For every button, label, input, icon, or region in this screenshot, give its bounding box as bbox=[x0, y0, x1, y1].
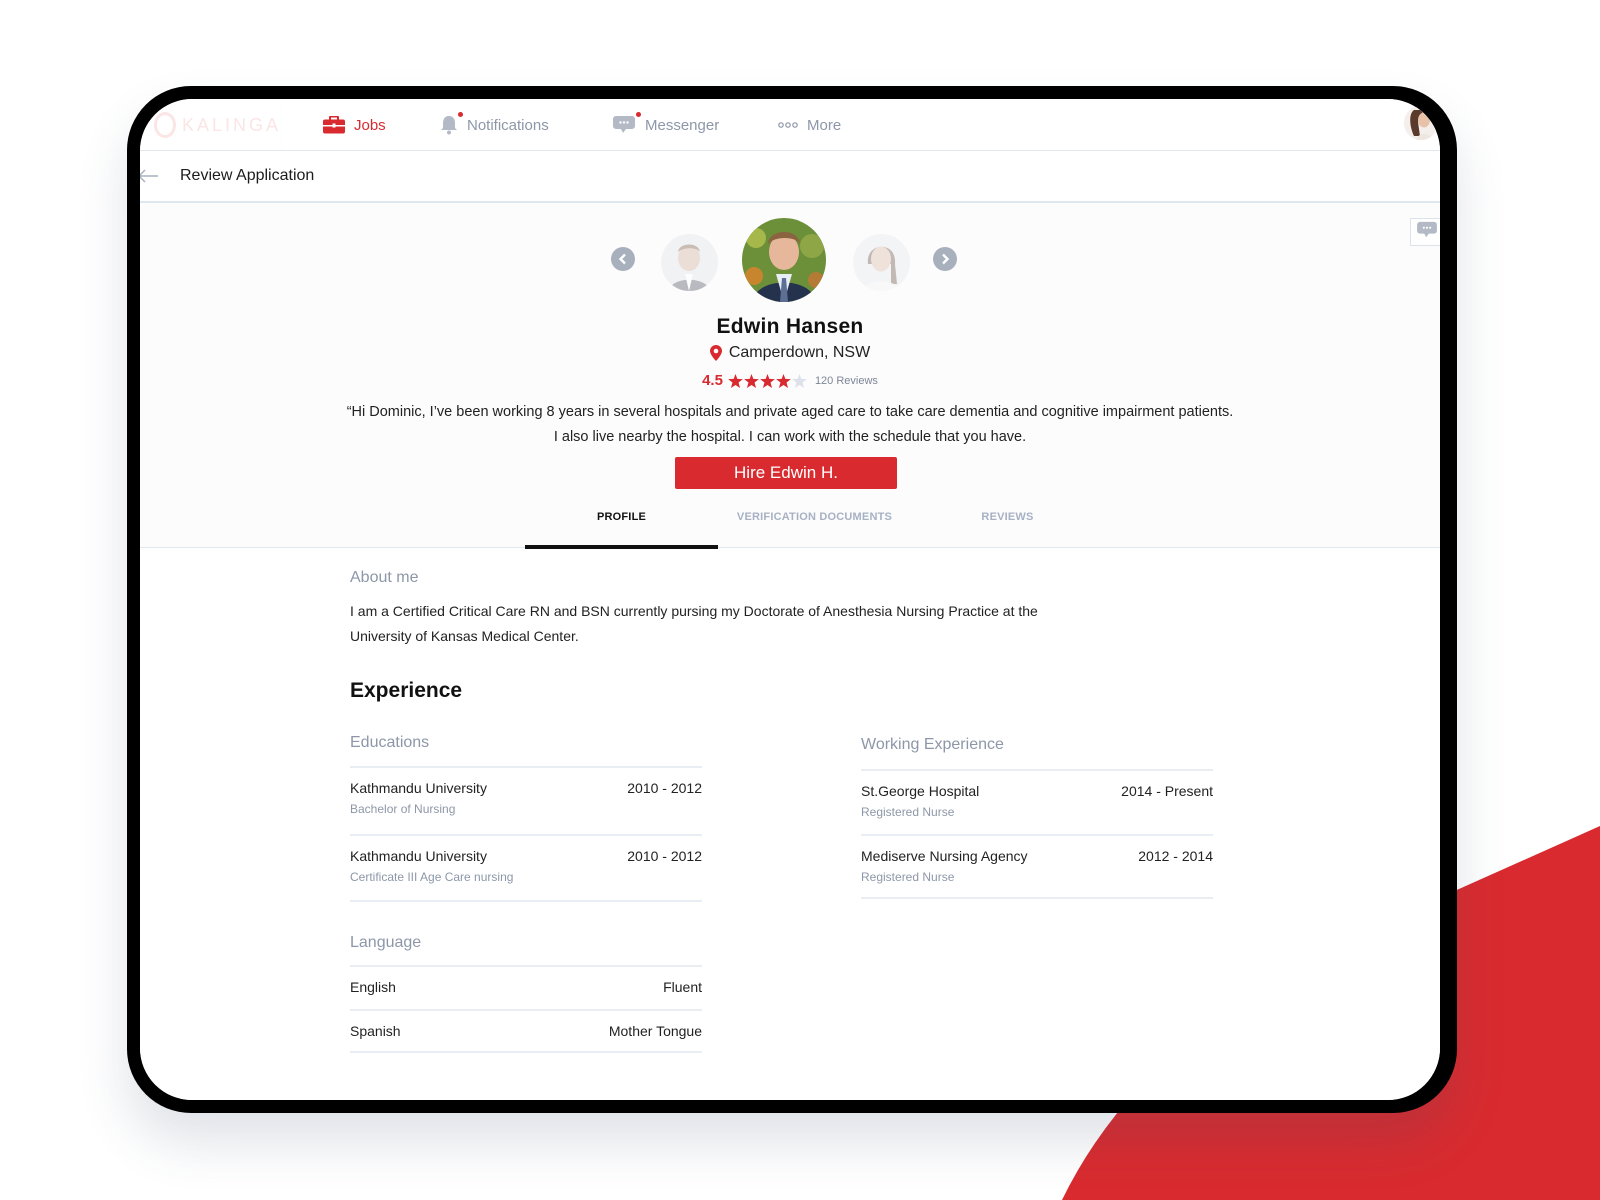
tab-verification-documents[interactable]: VERIFICATION DOCUMENTS bbox=[718, 506, 911, 548]
work-item: Mediserve Nursing Agency Registered Nurs… bbox=[861, 834, 1213, 899]
profile-content: About me I am a Certified Critical Care … bbox=[140, 549, 1440, 1100]
location-text: Camperdown, NSW bbox=[728, 344, 871, 361]
review-count-link[interactable]: 120 Reviews bbox=[815, 375, 878, 387]
bell-icon bbox=[440, 112, 463, 135]
star-filled-icon bbox=[760, 373, 775, 388]
about-me-label: About me bbox=[350, 569, 419, 586]
applicant-location: Camperdown, NSW bbox=[140, 344, 1440, 362]
nav-item-jobs[interactable]: Jobs bbox=[323, 99, 386, 151]
message-line-2: I also live nearby the hospital. I can w… bbox=[553, 429, 1027, 445]
educations-list: Kathmandu University Bachelor of Nursing… bbox=[350, 766, 702, 902]
nav-label-jobs: Jobs bbox=[354, 116, 386, 134]
education-item: Kathmandu University Bachelor of Nursing… bbox=[350, 766, 702, 834]
working-experience-label: Working Experience bbox=[861, 736, 1004, 753]
nav-label-messenger: Messenger bbox=[645, 116, 720, 134]
educations-label: Educations bbox=[350, 734, 430, 751]
applicant-photo bbox=[742, 218, 826, 302]
notification-badge bbox=[458, 112, 463, 117]
star-filled-icon bbox=[776, 373, 791, 388]
work-years: 2014 - Present bbox=[1121, 783, 1213, 799]
app-logo[interactable]: KALINGA bbox=[140, 99, 282, 151]
briefcase-icon bbox=[323, 116, 345, 134]
tab-reviews[interactable]: REVIEWS bbox=[911, 506, 1104, 548]
chevron-right-icon bbox=[942, 253, 950, 265]
about-me-text: I am a Certified Critical Care RN and BS… bbox=[350, 603, 1038, 644]
education-degree: Certificate III Age Care nursing bbox=[350, 870, 514, 884]
work-role: Registered Nurse bbox=[861, 870, 955, 884]
nav-item-messenger[interactable]: Messenger bbox=[612, 99, 719, 151]
education-item: Kathmandu University Certificate III Age… bbox=[350, 834, 702, 902]
applicant-rating: 4.5 120 Reviews bbox=[140, 372, 1440, 389]
applicant-name: Edwin Hansen bbox=[716, 315, 864, 338]
language-label: Language bbox=[350, 934, 422, 951]
messenger-badge bbox=[636, 112, 641, 117]
hire-button[interactable]: Hire Edwin H. bbox=[675, 457, 897, 489]
working-experience-list: St.George Hospital Registered Nurse 2014… bbox=[861, 769, 1213, 899]
logo-text: KALINGA bbox=[181, 114, 281, 135]
location-pin-icon bbox=[709, 345, 722, 361]
education-degree: Bachelor of Nursing bbox=[350, 802, 456, 816]
chevron-left-icon bbox=[618, 253, 626, 265]
applicant-thumbnail-previous[interactable] bbox=[661, 234, 718, 291]
language-level: Mother Tongue bbox=[608, 1023, 702, 1039]
language-level: Fluent bbox=[663, 979, 702, 995]
chat-bubble-icon bbox=[1416, 221, 1438, 244]
applicant-thumbnail-next[interactable] bbox=[853, 234, 910, 291]
star-empty-icon bbox=[792, 373, 807, 388]
rating-score: 4.5 bbox=[702, 372, 723, 389]
nav-label-more: More bbox=[807, 116, 842, 134]
top-navigation: KALINGA Jobs Notifications Messenger Mor… bbox=[140, 99, 1440, 151]
previous-applicant-button[interactable] bbox=[611, 247, 635, 271]
message-line-1: “Hi Dominic, I’ve been working 8 years i… bbox=[346, 404, 1234, 420]
user-avatar[interactable] bbox=[1404, 106, 1438, 140]
rating-stars bbox=[728, 373, 808, 388]
logo-mark-icon bbox=[154, 112, 176, 138]
page-header: Review Application bbox=[140, 151, 1440, 203]
star-filled-icon bbox=[728, 373, 743, 388]
education-years: 2010 - 2012 bbox=[627, 848, 702, 864]
experience-heading: Experience bbox=[350, 679, 463, 702]
star-filled-icon bbox=[744, 373, 759, 388]
back-arrow-icon[interactable] bbox=[140, 168, 160, 189]
language-list: English Fluent Spanish Mother Tongue bbox=[350, 965, 702, 1053]
applicant-message: “Hi Dominic, I’ve been working 8 years i… bbox=[140, 400, 1440, 450]
language-name: English bbox=[350, 979, 396, 995]
page-title: Review Application bbox=[180, 167, 315, 184]
floating-chat-button[interactable] bbox=[1410, 218, 1440, 246]
profile-tabs: PROFILE VERIFICATION DOCUMENTS REVIEWS bbox=[140, 506, 1440, 549]
nav-item-notifications[interactable]: Notifications bbox=[440, 99, 549, 151]
applicant-profile-header: Edwin Hansen Camperdown, NSW 4.5 120 Rev… bbox=[140, 204, 1440, 549]
language-item: English Fluent bbox=[350, 965, 702, 1009]
more-dots-icon bbox=[778, 121, 798, 129]
education-years: 2010 - 2012 bbox=[627, 780, 702, 796]
nav-label-notifications: Notifications bbox=[467, 116, 549, 134]
next-applicant-button[interactable] bbox=[933, 247, 957, 271]
nav-item-more[interactable]: More bbox=[778, 99, 841, 151]
chat-bubble-icon bbox=[612, 112, 641, 135]
app-screen: KALINGA Jobs Notifications Messenger Mor… bbox=[140, 99, 1440, 1100]
work-role: Registered Nurse bbox=[861, 805, 955, 819]
tablet-frame: KALINGA Jobs Notifications Messenger Mor… bbox=[127, 86, 1457, 1113]
work-years: 2012 - 2014 bbox=[1138, 848, 1213, 864]
work-item: St.George Hospital Registered Nurse 2014… bbox=[861, 769, 1213, 834]
language-item: Spanish Mother Tongue bbox=[350, 1009, 702, 1053]
tab-profile[interactable]: PROFILE bbox=[525, 506, 718, 549]
